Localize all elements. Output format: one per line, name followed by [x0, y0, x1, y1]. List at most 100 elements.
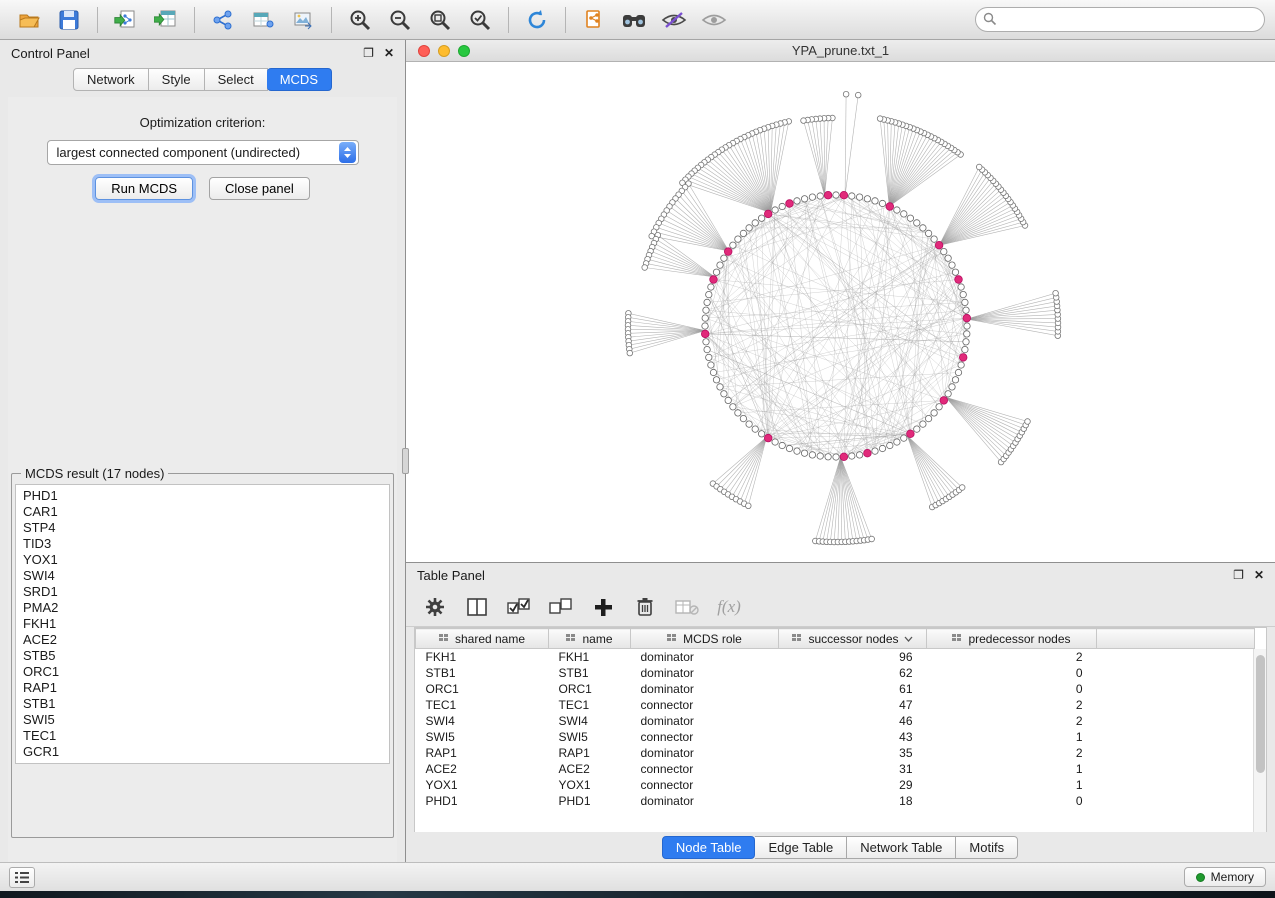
mcds-result-item[interactable]: TID3 — [16, 536, 389, 552]
column-header-name[interactable]: name — [549, 629, 631, 649]
zoom-in-button[interactable] — [341, 4, 379, 36]
maximize-window-icon[interactable] — [458, 45, 470, 57]
network-window-titlebar[interactable]: YPA_prune.txt_1 — [406, 40, 1275, 62]
share-document-button[interactable] — [575, 4, 613, 36]
status-menu-button[interactable] — [9, 867, 35, 888]
mcds-result-item[interactable]: SWI5 — [16, 712, 389, 728]
mcds-result-item[interactable]: GCR1 — [16, 744, 389, 760]
table-row[interactable]: SWI5SWI5connector431 — [416, 729, 1255, 745]
mcds-result-item[interactable]: PHD1 — [16, 488, 389, 504]
show-columns-button[interactable] — [460, 592, 494, 622]
table-row[interactable]: ACE2ACE2connector311 — [416, 761, 1255, 777]
run-mcds-button[interactable]: Run MCDS — [95, 177, 193, 200]
tab-motifs[interactable]: Motifs — [956, 836, 1018, 859]
save-button[interactable] — [50, 4, 88, 36]
table-row[interactable]: FKH1FKH1dominator962 — [416, 649, 1255, 665]
tab-network[interactable]: Network — [73, 68, 149, 91]
cell-name: SWI5 — [549, 729, 631, 745]
column-header-predecessor-nodes[interactable]: predecessor nodes — [927, 629, 1097, 649]
mcds-result-title: MCDS result (17 nodes) — [21, 466, 168, 481]
find-button[interactable] — [615, 4, 653, 36]
import-network-button[interactable] — [107, 4, 145, 36]
zoom-fit-button[interactable] — [421, 4, 459, 36]
mcds-result-item[interactable]: TEC1 — [16, 728, 389, 744]
close-panel-icon[interactable]: ✕ — [384, 47, 394, 59]
tab-select[interactable]: Select — [205, 68, 268, 91]
table-row[interactable]: PHD1PHD1dominator180 — [416, 793, 1255, 809]
function-builder-button-disabled[interactable]: f(x) — [712, 592, 746, 622]
mcds-result-item[interactable]: CAR1 — [16, 504, 389, 520]
column-header-mcds-role[interactable]: MCDS role — [631, 629, 779, 649]
delete-column-button[interactable] — [628, 592, 662, 622]
table-row[interactable]: STB1STB1dominator620 — [416, 665, 1255, 681]
mcds-result-item[interactable]: STP4 — [16, 520, 389, 536]
mcds-result-item[interactable]: SRD1 — [16, 584, 389, 600]
eye-icon — [701, 10, 727, 30]
float-panel-icon[interactable]: ❐ — [363, 47, 374, 59]
apply-layout-button[interactable] — [518, 4, 556, 36]
mcds-result-item[interactable]: STB5 — [16, 648, 389, 664]
table-settings-button[interactable] — [418, 592, 452, 622]
table-scrollbar[interactable] — [1253, 649, 1266, 832]
network-graph[interactable] — [406, 62, 1275, 562]
close-window-icon[interactable] — [418, 45, 430, 57]
cell-shared_name: TEC1 — [416, 697, 549, 713]
import-table-button[interactable] — [147, 4, 185, 36]
table-scrollbar-thumb[interactable] — [1256, 655, 1265, 773]
cell-filler — [1097, 793, 1255, 809]
table-header-row: shared name name MCDS role successor nod… — [416, 629, 1255, 649]
select-all-button[interactable] — [502, 592, 536, 622]
mcds-result-item[interactable]: FKH1 — [16, 616, 389, 632]
float-table-panel-icon[interactable]: ❐ — [1233, 569, 1244, 581]
cell-filler — [1097, 777, 1255, 793]
table-row[interactable]: TEC1TEC1connector472 — [416, 697, 1255, 713]
panel-splitter[interactable] — [402, 448, 409, 474]
memory-button[interactable]: Memory — [1184, 867, 1266, 887]
close-panel-button[interactable]: Close panel — [209, 177, 310, 200]
mcds-result-item[interactable]: YOX1 — [16, 552, 389, 568]
column-header-shared-name[interactable]: shared name — [416, 629, 549, 649]
status-bar: Memory — [0, 862, 1275, 891]
table-row[interactable]: YOX1YOX1connector291 — [416, 777, 1255, 793]
tab-mcds[interactable]: MCDS — [267, 68, 332, 91]
mcds-result-item[interactable]: STB1 — [16, 696, 389, 712]
mcds-result-list[interactable]: PHD1CAR1STP4TID3YOX1SWI4SRD1PMA2FKH1ACE2… — [15, 484, 390, 764]
clear-table-button-disabled[interactable] — [670, 592, 704, 622]
cell-pred: 2 — [927, 649, 1097, 665]
table-row[interactable]: RAP1RAP1dominator352 — [416, 745, 1255, 761]
zoom-out-icon — [388, 8, 412, 32]
share-network-button[interactable] — [204, 4, 242, 36]
cell-name: STB1 — [549, 665, 631, 681]
close-table-panel-icon[interactable]: ✕ — [1254, 569, 1264, 581]
hide-selection-button[interactable] — [655, 4, 693, 36]
show-all-button[interactable] — [695, 4, 733, 36]
table-row[interactable]: ORC1ORC1dominator610 — [416, 681, 1255, 697]
add-column-button[interactable] — [586, 592, 620, 622]
criterion-dropdown[interactable]: largest connected component (undirected) — [47, 140, 359, 165]
mcds-result-item[interactable]: SWI4 — [16, 568, 389, 584]
column-header-successor-nodes[interactable]: successor nodes — [779, 629, 927, 649]
zoom-selected-button[interactable] — [461, 4, 499, 36]
desktop-background-strip — [0, 891, 1275, 898]
zoom-out-button[interactable] — [381, 4, 419, 36]
table-row[interactable]: SWI4SWI4dominator462 — [416, 713, 1255, 729]
network-table-button[interactable] — [244, 4, 282, 36]
mcds-result-item[interactable]: ACE2 — [16, 632, 389, 648]
mcds-result-box: MCDS result (17 nodes) PHD1CAR1STP4TID3Y… — [11, 466, 394, 838]
network-canvas[interactable] — [406, 62, 1275, 562]
mcds-result-item[interactable]: RAP1 — [16, 680, 389, 696]
mcds-result-item[interactable]: PMA2 — [16, 600, 389, 616]
tab-node-table[interactable]: Node Table — [662, 836, 756, 859]
toolbar-separator — [97, 7, 98, 33]
deselect-all-button[interactable] — [544, 592, 578, 622]
minimize-window-icon[interactable] — [438, 45, 450, 57]
open-file-button[interactable] — [10, 4, 48, 36]
search-input[interactable] — [975, 7, 1265, 32]
tab-edge-table[interactable]: Edge Table — [755, 836, 847, 859]
mcds-result-item[interactable]: ORC1 — [16, 664, 389, 680]
toolbar-separator — [194, 7, 195, 33]
unchecked-boxes-icon — [549, 597, 573, 617]
tab-style[interactable]: Style — [149, 68, 205, 91]
tab-network-table[interactable]: Network Table — [847, 836, 956, 859]
export-image-button[interactable] — [284, 4, 322, 36]
